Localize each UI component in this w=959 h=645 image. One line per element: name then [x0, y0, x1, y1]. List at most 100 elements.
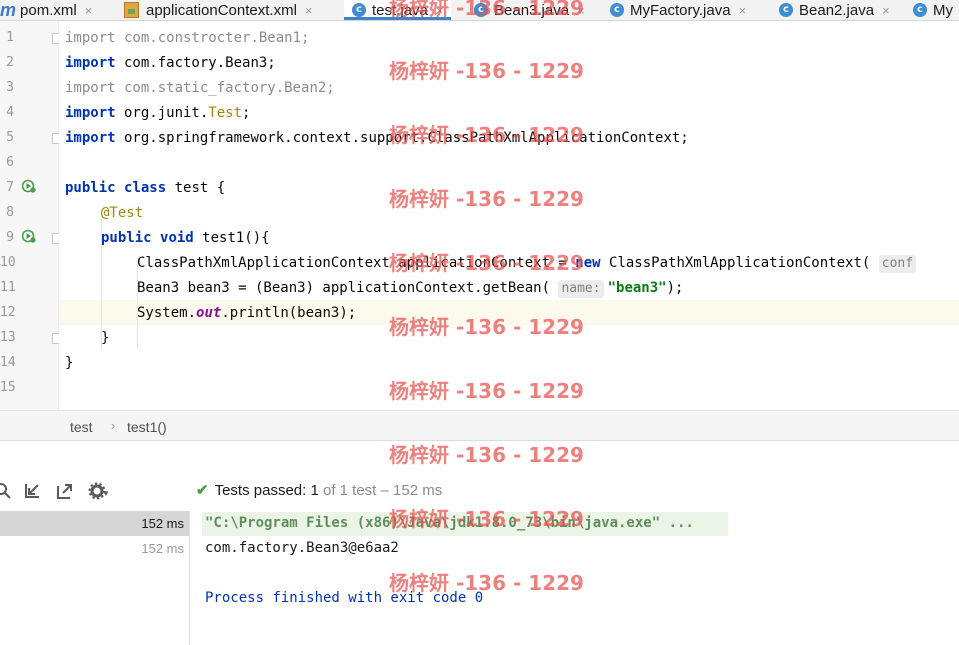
console-command[interactable]: "C:\Program Files (x86)\Java\jdk1.8.0_73…: [205, 515, 694, 531]
console-exit-message: Process finished with exit code 0: [205, 590, 484, 606]
code-line-10: ClassPathXmlApplicationContext applicati…: [137, 254, 920, 273]
run-toolbar: ▼ ✔ Tests passed: 1 of 1 test – 152 ms: [0, 477, 959, 505]
close-icon[interactable]: ×: [436, 3, 444, 18]
keyword: public: [101, 230, 152, 246]
xml-file-icon: [124, 2, 139, 18]
java-class-icon: c: [779, 3, 793, 17]
test-results-tree: 152 ms 152 ms: [0, 511, 190, 645]
code-text: ClassPathXmlApplicationContext applicati…: [137, 255, 576, 271]
code-editor[interactable]: import com.constrocter.Bean1; import com…: [59, 21, 959, 410]
tab-label: test.java: [372, 1, 428, 19]
editor-gutter: 1 2 3 4 5 6 7 8 9 10 11 12 13 14 15: [0, 21, 63, 410]
java-class-icon: c: [913, 3, 927, 17]
keyword: import: [65, 80, 116, 96]
line-number: 9: [6, 230, 14, 245]
line-number: 14: [0, 355, 16, 370]
console-output-line: com.factory.Bean3@e6aa2: [205, 540, 399, 556]
editor-tab-bar: m pom.xml × applicationContext.xml × c t…: [0, 0, 959, 21]
close-icon[interactable]: ×: [739, 3, 747, 18]
run-test-class-icon[interactable]: [22, 179, 36, 193]
keyword: import: [65, 130, 116, 146]
code-text: System.: [137, 305, 197, 321]
code-text: );: [666, 280, 684, 296]
line-number: 15: [0, 380, 16, 395]
test-duration: 152 ms: [141, 541, 184, 556]
tab-myfactory-java[interactable]: c MyFactory.java ×: [610, 0, 746, 20]
test-status: ✔ Tests passed: 1 of 1 test – 152 ms: [196, 481, 442, 499]
code-line-11: Bean3 bean3 = (Bean3) applicationContext…: [137, 279, 683, 298]
line-number: 5: [6, 130, 14, 145]
code-line-5: import org.springframework.context.suppo…: [65, 129, 689, 147]
code-text: test1(){: [193, 230, 270, 246]
keyword: class: [124, 180, 167, 196]
code-text: org.junit.: [115, 105, 209, 121]
breadcrumb-separator-icon: ›: [111, 418, 116, 433]
code-text: com.static_factory.Bean2;: [115, 80, 335, 96]
line-number: 3: [6, 80, 14, 95]
code-line-13: }: [101, 330, 110, 346]
code-text: com.constrocter.Bean1;: [115, 30, 310, 46]
parameter-hint: conf: [878, 255, 917, 273]
tab-test-java[interactable]: c test.java ×: [344, 0, 452, 20]
import-tests-icon[interactable]: [23, 482, 41, 500]
line-number: 1: [6, 30, 14, 45]
export-tests-icon[interactable]: [56, 482, 74, 500]
tab-my-truncated[interactable]: c My: [913, 0, 953, 20]
code-line-3: import com.static_factory.Bean2;: [65, 79, 335, 97]
annotation-text: Test: [208, 105, 243, 121]
code-text: ClassPathXmlApplicationContext(: [600, 255, 871, 271]
search-icon[interactable]: [0, 482, 12, 500]
run-test-method-icon[interactable]: [22, 229, 36, 243]
code-line-12: System.out.println(bean3);: [137, 304, 356, 322]
close-icon[interactable]: ×: [882, 3, 890, 18]
parameter-hint: name:: [558, 280, 604, 298]
code-text: test {: [166, 180, 226, 196]
line-number: 2: [6, 55, 14, 70]
close-icon[interactable]: ×: [305, 3, 313, 18]
tab-bean2-java[interactable]: c Bean2.java ×: [779, 0, 890, 20]
line-number: 7: [6, 180, 14, 195]
line-number: 11: [0, 280, 16, 295]
close-icon[interactable]: ×: [85, 3, 93, 18]
status-detail: of 1 test – 152 ms: [322, 482, 443, 499]
keyword: import: [65, 105, 116, 121]
breadcrumb-class[interactable]: test: [70, 419, 93, 435]
keyword: import: [65, 55, 116, 71]
maven-icon: m: [0, 0, 17, 20]
close-icon[interactable]: ×: [577, 3, 585, 18]
line-number: 8: [6, 205, 14, 220]
keyword: void: [160, 230, 194, 246]
code-text: .println(bean3);: [221, 305, 357, 321]
code-text: ;: [242, 105, 251, 121]
tab-application-context-xml[interactable]: applicationContext.xml ×: [124, 0, 313, 20]
status-label: Tests passed:: [214, 482, 307, 499]
line-number: 13: [0, 330, 16, 345]
tab-label: My: [933, 1, 953, 19]
line-number: 10: [0, 255, 16, 270]
tab-bean3-java[interactable]: c Bean3.java ×: [474, 0, 585, 20]
tab-label: applicationContext.xml: [146, 1, 297, 19]
code-text: org.springframework.context.support.Clas…: [115, 130, 689, 146]
code-line-9: public void test1(){: [101, 229, 270, 247]
java-class-icon: c: [474, 3, 488, 17]
tab-pom-xml[interactable]: m pom.xml ×: [0, 0, 92, 20]
code-text: com.factory.Bean3;: [115, 55, 276, 71]
string-literal: "bean3": [607, 280, 667, 296]
test-duration: 152 ms: [141, 516, 184, 531]
tab-label: pom.xml: [20, 1, 77, 19]
test-tree-row[interactable]: 152 ms: [0, 511, 189, 536]
console-output[interactable]: "C:\Program Files (x86)\Java\jdk1.8.0_73…: [190, 511, 959, 645]
breadcrumb-method[interactable]: test1(): [127, 419, 167, 435]
code-line-8: @Test: [101, 204, 143, 222]
annotation-text: @Test: [101, 205, 144, 221]
code-line-14: }: [65, 355, 74, 371]
line-number: 12: [0, 305, 16, 320]
test-tree-row[interactable]: 152 ms: [0, 536, 189, 561]
chevron-down-icon[interactable]: ▼: [102, 489, 110, 498]
passed-count: 1: [310, 482, 319, 499]
breadcrumb: test › test1(): [0, 410, 959, 441]
code-line-7: public class test {: [65, 179, 225, 197]
tab-label: Bean2.java: [799, 1, 875, 19]
code-line-4: import org.junit.Test;: [65, 104, 250, 122]
code-line-1: import com.constrocter.Bean1;: [65, 29, 309, 47]
